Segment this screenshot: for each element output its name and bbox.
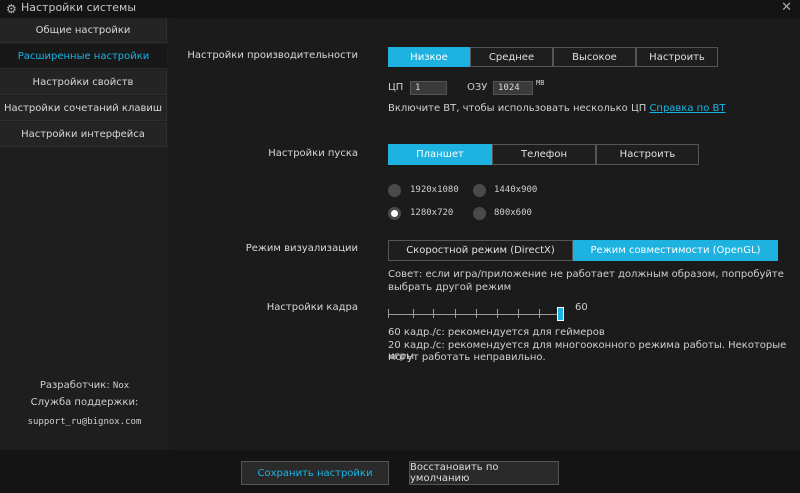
frame-note-60: 60 кадр./с: рекомендуется для геймеров bbox=[388, 327, 605, 338]
frame-rate-label: Настройки кадра bbox=[266, 302, 358, 313]
slider-tick bbox=[476, 309, 477, 318]
window-title: Настройки системы bbox=[21, 1, 137, 14]
performance-segmented-control: Низкое Среднее Высокое Настроить bbox=[388, 47, 718, 67]
resolution-800-radio[interactable] bbox=[473, 207, 486, 220]
startup-segmented-control: Планшет Телефон Настроить bbox=[388, 144, 699, 165]
support-email: support_ru@bignox.com bbox=[27, 417, 142, 427]
slider-tick bbox=[539, 309, 540, 318]
ram-unit: MB bbox=[536, 79, 545, 87]
resolution-1280-label: 1280x720 bbox=[410, 208, 454, 218]
perf-custom-button[interactable]: Настроить bbox=[636, 47, 718, 67]
title-bar: ⚙ Настройки системы ✕ bbox=[0, 0, 800, 18]
slider-tick bbox=[433, 309, 434, 318]
slider-tick bbox=[518, 309, 519, 318]
resolution-1920-radio[interactable] bbox=[388, 184, 401, 197]
ram-input[interactable]: 1024 bbox=[493, 81, 533, 95]
save-settings-button[interactable]: Сохранить настройки bbox=[241, 461, 389, 485]
slider-tick bbox=[497, 309, 498, 318]
slider-tick bbox=[413, 309, 414, 318]
perf-low-button[interactable]: Низкое bbox=[388, 47, 470, 67]
frame-rate-value: 60 bbox=[575, 302, 588, 313]
sidebar-item-interface[interactable]: Настройки интерфейса bbox=[0, 122, 167, 147]
perf-medium-button[interactable]: Среднее bbox=[470, 47, 553, 67]
developer-info: Разработчик: Nox bbox=[0, 380, 169, 391]
footer-bar bbox=[0, 450, 800, 493]
render-directx-button[interactable]: Скоростной режим (DirectX) bbox=[388, 240, 573, 261]
vt-hint-text: Включите ВТ, чтобы использовать нескольк… bbox=[388, 103, 647, 114]
sidebar-item-properties[interactable]: Настройки свойств bbox=[0, 70, 167, 95]
render-opengl-button[interactable]: Режим совместимости (OpenGL) bbox=[573, 240, 778, 261]
resolution-800-label: 800x600 bbox=[494, 208, 532, 218]
performance-label: Настройки производительности bbox=[187, 50, 358, 61]
resolution-1920-label: 1920x1080 bbox=[410, 185, 459, 195]
close-icon[interactable]: ✕ bbox=[781, 0, 792, 15]
cpu-input[interactable]: 1 bbox=[410, 81, 447, 95]
resolution-1440-label: 1440x900 bbox=[494, 185, 538, 195]
render-mode-segmented-control: Скоростной режим (DirectX) Режим совмест… bbox=[388, 240, 778, 261]
render-tip-line2: выбрать другой режим bbox=[388, 282, 512, 293]
slider-tick bbox=[455, 309, 456, 318]
frame-rate-slider-thumb[interactable] bbox=[557, 307, 564, 321]
startup-phone-button[interactable]: Телефон bbox=[492, 144, 596, 165]
resolution-1280-radio[interactable] bbox=[388, 207, 401, 220]
render-mode-label: Режим визуализации bbox=[245, 243, 358, 254]
perf-high-button[interactable]: Высокое bbox=[553, 47, 636, 67]
developer-value: Nox bbox=[112, 381, 130, 391]
startup-tablet-button[interactable]: Планшет bbox=[388, 144, 492, 165]
frame-note-20-cont: могут работать неправильно. bbox=[388, 352, 546, 363]
startup-custom-button[interactable]: Настроить bbox=[596, 144, 699, 165]
ram-label: ОЗУ bbox=[467, 82, 488, 93]
restore-defaults-button[interactable]: Восстановить по умолчанию bbox=[409, 461, 559, 485]
vt-help-link[interactable]: Справка по ВТ bbox=[649, 103, 725, 114]
gear-icon: ⚙ bbox=[6, 2, 17, 16]
resolution-1440-radio[interactable] bbox=[473, 184, 486, 197]
support-label: Служба поддержки: bbox=[30, 397, 139, 408]
cpu-label: ЦП bbox=[388, 82, 404, 93]
sidebar: Общие настройки Расширенные настройки На… bbox=[0, 18, 169, 450]
startup-label: Настройки пуска bbox=[268, 148, 358, 159]
sidebar-item-advanced[interactable]: Расширенные настройки bbox=[0, 44, 167, 69]
render-tip-line1: Совет: если игра/приложение не работает … bbox=[388, 269, 784, 280]
sidebar-item-general[interactable]: Общие настройки bbox=[0, 18, 167, 43]
developer-label: Разработчик: bbox=[39, 380, 110, 391]
slider-tick bbox=[388, 309, 389, 318]
vt-hint-line: Включите ВТ, чтобы использовать нескольк… bbox=[388, 103, 725, 114]
sidebar-item-shortcuts[interactable]: Настройки сочетаний клавиш bbox=[0, 96, 167, 121]
